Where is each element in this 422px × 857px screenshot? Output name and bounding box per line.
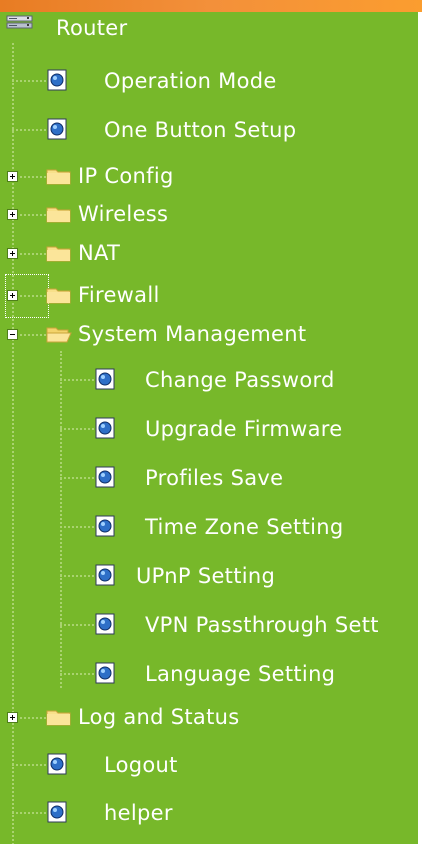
tree-branch-line	[60, 624, 94, 626]
tree-item-label: helper	[104, 801, 173, 825]
tree-branch-line	[60, 477, 94, 479]
tree-item-label: Profiles Save	[145, 466, 284, 490]
tree-folder-label: Log and Status	[78, 705, 240, 729]
folder-icon	[46, 246, 71, 262]
page-icon	[47, 801, 67, 823]
tree-folder-system-management[interactable]: System Management	[46, 316, 406, 352]
tree-root-label: Router	[56, 16, 128, 40]
tree-folder-label: Firewall	[78, 283, 160, 307]
tree-line	[60, 351, 62, 688]
tree-item-upnp-setting[interactable]: UPnP Setting	[94, 557, 414, 593]
tree-item-language-setting[interactable]: Language Setting	[94, 655, 414, 691]
tree-branch-line	[12, 80, 46, 82]
tree-item-label: Change Password	[145, 368, 335, 392]
tree-branch-line	[12, 764, 46, 766]
tree-branch-line	[12, 812, 46, 814]
page-icon	[47, 69, 67, 91]
tree-line	[12, 43, 14, 844]
tree-item-logout[interactable]: Logout	[46, 746, 386, 782]
tree-item-helper[interactable]: helper	[46, 794, 386, 830]
tree-item-change-password[interactable]: Change Password	[94, 361, 414, 397]
tree-folder-nat[interactable]: NAT	[46, 235, 386, 271]
top-accent-bar	[0, 0, 422, 12]
folder-icon	[46, 169, 71, 185]
page-icon	[95, 466, 115, 488]
tree-folder-ip-config[interactable]: IP Config	[46, 158, 386, 194]
page-icon	[95, 417, 115, 439]
navigation-frame: Router Operation Mode One Button Setup I…	[0, 0, 422, 857]
tree-item-time-zone-setting[interactable]: Time Zone Setting	[94, 508, 414, 544]
expand-toggle-icon[interactable]	[7, 290, 18, 301]
right-edge	[418, 12, 422, 857]
tree-branch-line	[60, 673, 94, 675]
tree-branch-line	[60, 379, 94, 381]
tree-item-one-button-setup[interactable]: One Button Setup	[46, 111, 386, 147]
open-folder-icon	[46, 327, 72, 343]
tree-folder-label: NAT	[78, 241, 121, 265]
tree-item-label: UPnP Setting	[136, 564, 276, 588]
page-icon	[95, 368, 115, 390]
page-icon	[95, 515, 115, 537]
page-icon	[95, 564, 115, 586]
tree-folder-label: Wireless	[78, 202, 169, 226]
tree-item-operation-mode[interactable]: Operation Mode	[46, 62, 386, 98]
tree-item-label: Operation Mode	[104, 69, 277, 93]
folder-icon	[46, 288, 71, 304]
tree-item-profiles-save[interactable]: Profiles Save	[94, 459, 414, 495]
expand-toggle-icon[interactable]	[7, 171, 18, 182]
tree-item-label: One Button Setup	[104, 118, 297, 142]
tree-folder-wireless[interactable]: Wireless	[46, 196, 386, 232]
tree-folder-firewall[interactable]: Firewall	[46, 277, 386, 313]
tree-branch-line	[60, 428, 94, 430]
tree-branch-line	[60, 526, 94, 528]
tree-branch-line	[12, 129, 46, 131]
expand-toggle-icon[interactable]	[7, 248, 18, 259]
tree-item-label: Language Setting	[145, 662, 336, 686]
collapse-toggle-icon[interactable]	[7, 329, 18, 340]
page-icon	[95, 662, 115, 684]
router-nav-tree: Router Operation Mode One Button Setup I…	[0, 12, 418, 844]
tree-folder-label: IP Config	[78, 164, 174, 188]
tree-item-vpn-passthrough-setting[interactable]: VPN Passthrough Sett	[94, 606, 418, 642]
tree-item-label: VPN Passthrough Sett	[145, 613, 379, 637]
expand-toggle-icon[interactable]	[7, 209, 18, 220]
page-icon	[47, 118, 67, 140]
folder-icon	[46, 710, 71, 726]
tree-item-label: Time Zone Setting	[145, 515, 344, 539]
tree-item-upgrade-firmware[interactable]: Upgrade Firmware	[94, 410, 414, 446]
router-icon	[6, 15, 33, 29]
tree-branch-line	[60, 575, 94, 577]
page-icon	[47, 753, 67, 775]
page-icon	[95, 613, 115, 635]
tree-folder-log-and-status[interactable]: Log and Status	[46, 699, 386, 735]
tree-folder-label: System Management	[78, 322, 307, 346]
tree-item-label: Logout	[104, 753, 178, 777]
tree-item-label: Upgrade Firmware	[145, 417, 343, 441]
folder-icon	[46, 207, 71, 223]
expand-toggle-icon[interactable]	[7, 712, 18, 723]
